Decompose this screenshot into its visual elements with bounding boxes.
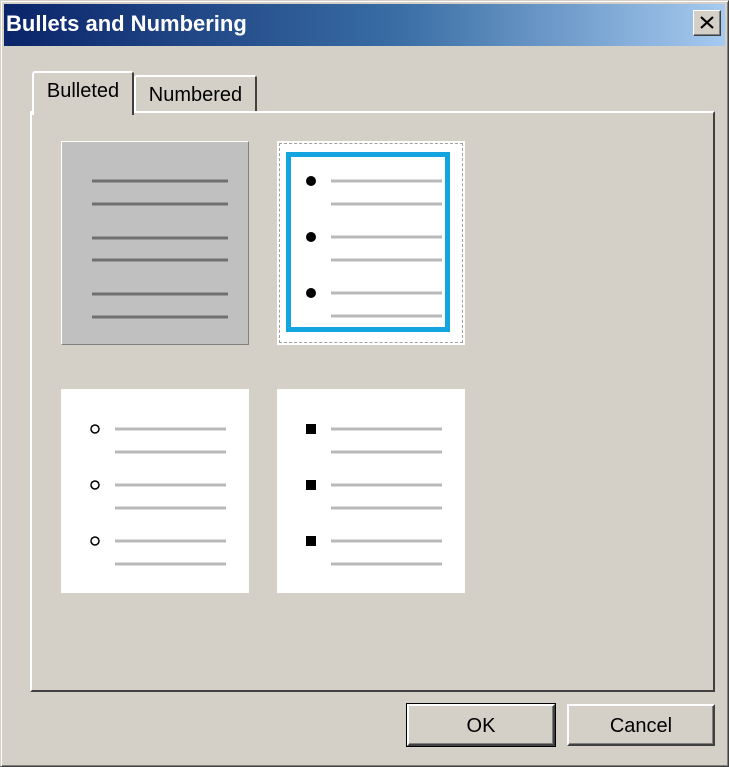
tab-bulleted-label: Bulleted bbox=[46, 80, 120, 102]
cancel-button-label: Cancel bbox=[609, 715, 673, 737]
dialog-title: Bullets and Numbering bbox=[6, 11, 247, 36]
close-x-icon bbox=[700, 16, 714, 29]
cancel-button[interactable]: Cancel bbox=[567, 704, 715, 746]
close-button[interactable] bbox=[693, 10, 721, 36]
hollow-circle-bullet-list-icon bbox=[90, 424, 226, 566]
tab-numbered-label: Numbered bbox=[148, 84, 243, 106]
bullet-style-hollow-circle[interactable] bbox=[61, 389, 249, 593]
bullets-numbering-dialog: Bullets and Numbering Bulleted Numbered bbox=[0, 0, 729, 767]
filled-square-bullet-list-icon bbox=[306, 424, 442, 566]
bullet-style-filled-square[interactable] bbox=[277, 389, 465, 593]
ok-button[interactable]: OK bbox=[406, 703, 556, 747]
bullet-style-none[interactable] bbox=[61, 141, 249, 345]
bullet-style-filled-circle[interactable] bbox=[277, 141, 465, 345]
no-bullet-list-icon bbox=[92, 179, 228, 319]
ok-button-label: OK bbox=[466, 715, 496, 737]
tab-numbered[interactable]: Numbered bbox=[134, 75, 257, 115]
filled-circle-bullet-list-icon bbox=[306, 176, 442, 318]
title-bar[interactable]: Bullets and Numbering bbox=[4, 4, 725, 46]
tab-join bbox=[34, 109, 128, 115]
